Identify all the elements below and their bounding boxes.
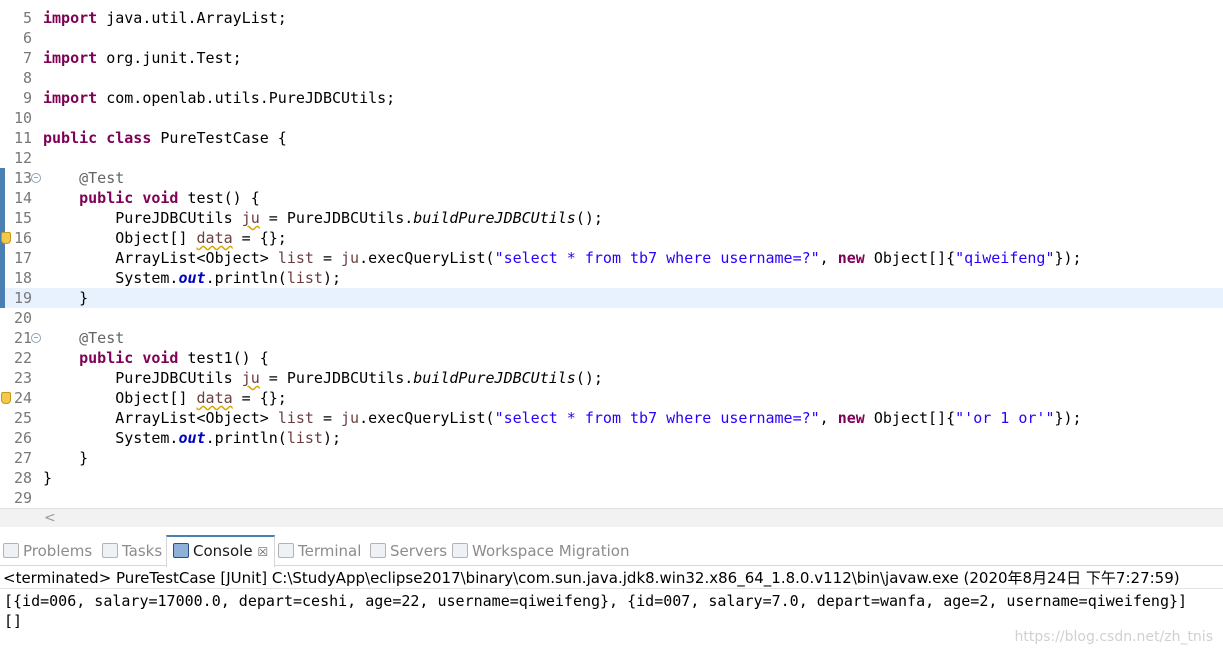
fold-collapse-icon[interactable]: − xyxy=(31,333,41,343)
code-line[interactable]: 24 Object[] data = {}; xyxy=(0,388,1223,408)
code-line[interactable]: 28 } xyxy=(0,468,1223,488)
console-output-line: [{id=006, salary=17000.0, depart=ceshi, … xyxy=(4,592,1188,610)
tab-tasks[interactable]: Tasks xyxy=(102,537,162,565)
line-number: 10 xyxy=(13,109,32,127)
code-text: System.out.println(list); xyxy=(115,269,342,287)
close-icon[interactable]: ☒ xyxy=(258,545,269,559)
code-text: ArrayList<Object> list = ju.execQueryLis… xyxy=(115,409,1082,427)
change-marker xyxy=(0,268,5,288)
code-line[interactable]: 18 System.out.println(list); xyxy=(0,268,1223,288)
tab-workspace-migration[interactable]: Workspace Migration xyxy=(452,537,629,565)
tab-servers[interactable]: Servers xyxy=(370,537,447,565)
code-text: ArrayList<Object> list = ju.execQueryLis… xyxy=(115,249,1082,267)
line-number: 27 xyxy=(13,449,32,467)
code-line[interactable]: 9 import com.openlab.utils.PureJDBCUtils… xyxy=(0,88,1223,108)
code-text: import java.util.ArrayList; xyxy=(43,9,287,27)
code-text: public void test1() { xyxy=(79,349,269,367)
code-line[interactable]: 11 public class PureTestCase { xyxy=(0,128,1223,148)
line-number: 18 xyxy=(13,269,32,287)
line-number: 6 xyxy=(22,29,32,47)
change-marker xyxy=(0,248,5,268)
tab-terminal[interactable]: Terminal xyxy=(278,537,361,565)
code-text: } xyxy=(79,289,89,307)
line-number: 16 xyxy=(13,229,32,247)
view-tab-bar: Problems Tasks Console ☒ Terminal Servers… xyxy=(0,535,1223,567)
code-text: PureJDBCUtils ju = PureJDBCUtils.buildPu… xyxy=(115,209,603,227)
code-line[interactable]: 17 ArrayList<Object> list = ju.execQuery… xyxy=(0,248,1223,268)
code-line[interactable]: 13 − @Test xyxy=(0,168,1223,188)
code-line[interactable]: 16 Object[] data = {}; xyxy=(0,228,1223,248)
line-number: 11 xyxy=(13,129,32,147)
problems-icon xyxy=(3,543,19,558)
console-status-line: <terminated> PureTestCase [JUnit] C:\Stu… xyxy=(3,569,1180,587)
code-text: PureJDBCUtils ju = PureJDBCUtils.buildPu… xyxy=(115,369,603,387)
code-line[interactable]: 15 PureJDBCUtils ju = PureJDBCUtils.buil… xyxy=(0,208,1223,228)
servers-icon xyxy=(370,543,386,558)
terminal-icon xyxy=(278,543,294,558)
line-number: 26 xyxy=(13,429,32,447)
line-number: 21 xyxy=(13,329,32,347)
line-number: 24 xyxy=(13,389,32,407)
console-icon xyxy=(173,543,189,558)
code-line-current[interactable]: 19 } xyxy=(0,288,1223,308)
code-line[interactable]: 23 PureJDBCUtils ju = PureJDBCUtils.buil… xyxy=(0,368,1223,388)
scroll-left-icon[interactable]: < xyxy=(44,509,56,527)
code-line[interactable]: 7 import org.junit.Test; xyxy=(0,48,1223,68)
line-number: 22 xyxy=(13,349,32,367)
code-line[interactable]: 12 xyxy=(0,148,1223,168)
workspace-migration-icon xyxy=(452,543,468,558)
code-text: public void test() { xyxy=(79,189,260,207)
code-line[interactable]: 22 public void test1() { xyxy=(0,348,1223,368)
code-text: @Test xyxy=(79,169,125,187)
change-marker xyxy=(0,188,5,208)
line-number: 8 xyxy=(22,69,32,87)
code-text: import com.openlab.utils.PureJDBCUtils; xyxy=(43,89,396,107)
tab-console[interactable]: Console ☒ xyxy=(166,535,276,567)
code-text: Object[] data = {}; xyxy=(115,229,287,247)
console-output-line: [] xyxy=(4,612,23,630)
line-number: 5 xyxy=(22,9,32,27)
code-line[interactable]: 26 System.out.println(list); xyxy=(0,428,1223,448)
code-text: System.out.println(list); xyxy=(115,429,342,447)
code-line[interactable]: 25 ArrayList<Object> list = ju.execQuery… xyxy=(0,408,1223,428)
watermark: https://blog.csdn.net/zh_tnis xyxy=(1014,629,1213,645)
code-text: @Test xyxy=(79,329,125,347)
code-line[interactable]: 10 xyxy=(0,108,1223,128)
line-number: 9 xyxy=(22,89,32,107)
code-text: Object[] data = {}; xyxy=(115,389,287,407)
horizontal-scrollbar[interactable]: < xyxy=(0,508,1223,527)
code-line[interactable]: 21 − @Test xyxy=(0,328,1223,348)
code-line[interactable]: 8 xyxy=(0,68,1223,88)
code-editor[interactable]: 5 import java.util.ArrayList; 6 7 import… xyxy=(0,0,1223,508)
code-line[interactable]: 5 import java.util.ArrayList; xyxy=(0,8,1223,28)
code-text: } xyxy=(43,469,53,487)
line-number: 12 xyxy=(13,149,32,167)
code-line[interactable]: 14 public void test() { xyxy=(0,188,1223,208)
code-text: import org.junit.Test; xyxy=(43,49,242,67)
change-marker xyxy=(0,208,5,228)
line-number: 7 xyxy=(22,49,32,67)
change-marker xyxy=(0,288,5,308)
code-text: public class PureTestCase { xyxy=(43,129,287,147)
code-line[interactable]: 29 xyxy=(0,488,1223,508)
line-number: 29 xyxy=(13,489,32,507)
line-number: 14 xyxy=(13,189,32,207)
line-number: 23 xyxy=(13,369,32,387)
line-number: 13 xyxy=(13,169,32,187)
change-marker xyxy=(0,168,5,188)
line-number: 17 xyxy=(13,249,32,267)
line-number: 28 xyxy=(13,469,32,487)
line-number: 15 xyxy=(13,209,32,227)
line-number: 19 xyxy=(13,289,32,307)
code-line[interactable]: 20 xyxy=(0,308,1223,328)
code-line[interactable]: 6 xyxy=(0,28,1223,48)
tab-problems[interactable]: Problems xyxy=(3,537,92,565)
code-line[interactable]: 27 } xyxy=(0,448,1223,468)
line-number: 25 xyxy=(13,409,32,427)
code-text: } xyxy=(79,449,89,467)
fold-collapse-icon[interactable]: − xyxy=(31,173,41,183)
line-number: 20 xyxy=(13,309,32,327)
console-output[interactable]: [{id=006, salary=17000.0, depart=ceshi, … xyxy=(0,588,1223,659)
tasks-icon xyxy=(102,543,118,558)
